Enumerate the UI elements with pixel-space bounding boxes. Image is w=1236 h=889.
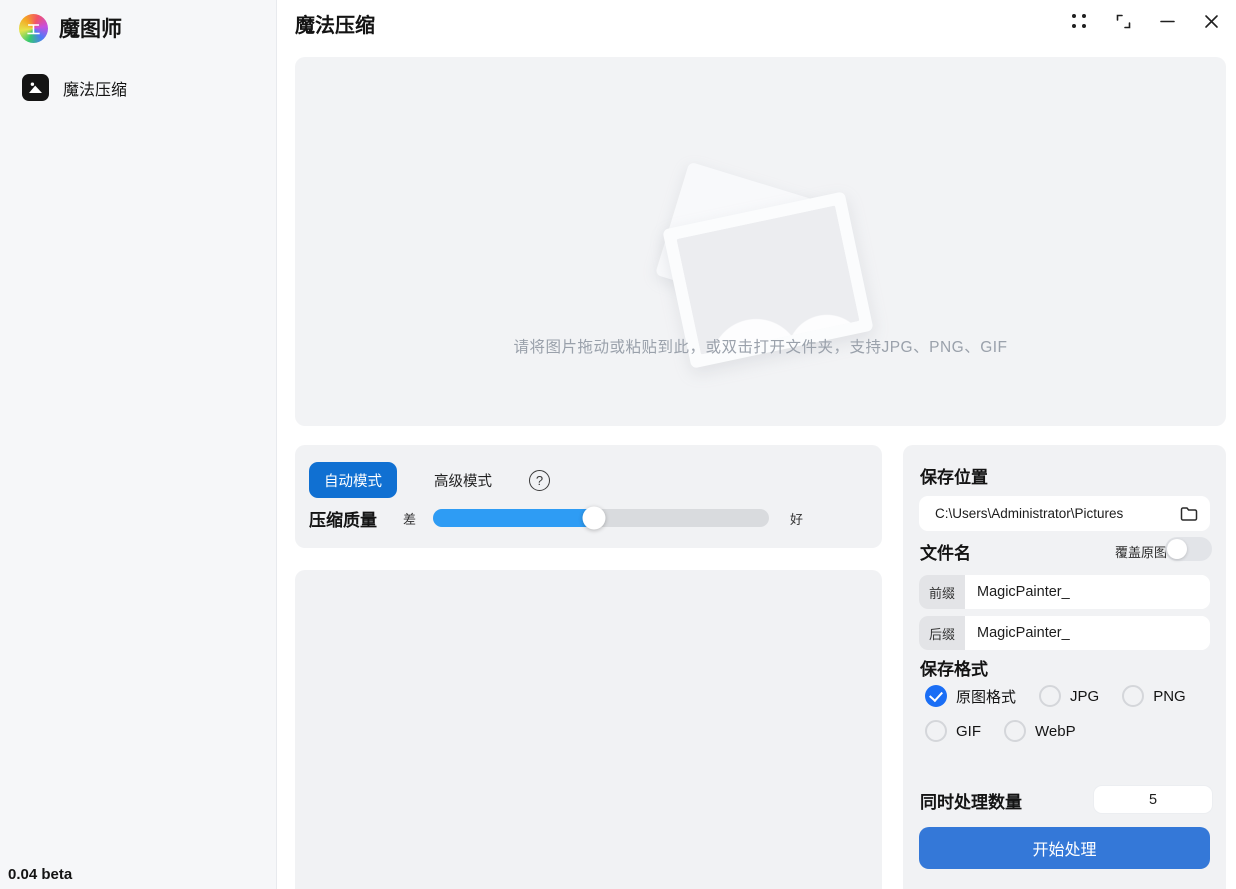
mode-tabs: 自动模式 高级模式 ? (309, 462, 550, 498)
prefix-input[interactable] (965, 575, 1210, 609)
radio-icon (925, 685, 947, 707)
radio-original-format[interactable]: 原图格式 (925, 685, 1016, 707)
start-processing-button[interactable]: 开始处理 (919, 827, 1210, 869)
filename-label: 文件名 (920, 539, 971, 564)
radio-icon (1004, 720, 1026, 742)
prefix-tag: 前缀 (919, 575, 965, 609)
radio-gif[interactable]: GIF (925, 720, 981, 742)
suffix-tag: 后缀 (919, 616, 965, 650)
window-controls (1064, 6, 1226, 36)
app-logo-icon: 工 (19, 14, 48, 43)
image-icon (22, 74, 49, 101)
save-format-label: 保存格式 (920, 655, 988, 680)
tab-auto-mode[interactable]: 自动模式 (309, 462, 397, 498)
radio-png[interactable]: PNG (1122, 685, 1186, 707)
quality-max-label: 好 (790, 509, 803, 528)
page-title: 魔法压缩 (295, 9, 375, 38)
radio-jpg[interactable]: JPG (1039, 685, 1099, 707)
suffix-input[interactable] (965, 616, 1210, 650)
concurrency-input[interactable] (1094, 791, 1212, 809)
fullscreen-icon[interactable] (1108, 6, 1138, 36)
version-text: 0.04 beta (8, 866, 72, 883)
radio-icon (925, 720, 947, 742)
overwrite-original-label: 覆盖原图 (1115, 542, 1167, 561)
radio-icon (1122, 685, 1144, 707)
mode-panel: 自动模式 高级模式 ? 压缩质量 差 好 (295, 445, 882, 548)
help-icon[interactable]: ? (529, 470, 550, 491)
suffix-row: 后缀 (919, 616, 1210, 650)
sidebar-item-magic-compress[interactable]: 魔法压缩 (22, 74, 276, 101)
app-window: 工 魔图师 魔法压缩 0.04 beta 魔法压缩 请将 (0, 0, 1236, 889)
app-logo-row: 工 魔图师 (0, 0, 276, 48)
save-location-label: 保存位置 (920, 463, 988, 488)
radio-icon (1039, 685, 1061, 707)
concurrency-label: 同时处理数量 (920, 788, 1022, 813)
format-options-row-2: GIF WebP (925, 720, 1089, 742)
quality-slider-fill (433, 509, 594, 527)
radio-webp[interactable]: WebP (1004, 720, 1076, 742)
save-settings-panel: 保存位置 文件名 覆盖原图 前缀 后缀 保存格式 原图格式 JP (903, 445, 1226, 889)
save-path-input[interactable] (933, 505, 1180, 522)
drop-hint-text: 请将图片拖动或粘贴到此，或双击打开文件夹，支持JPG、PNG、GIF (295, 335, 1226, 357)
quality-slider-thumb[interactable] (583, 507, 606, 530)
tab-advanced-mode[interactable]: 高级模式 (419, 462, 507, 498)
minimize-icon[interactable] (1152, 6, 1182, 36)
dots-grid-icon[interactable] (1064, 6, 1094, 36)
sidebar-item-label: 魔法压缩 (63, 76, 127, 100)
concurrency-field (1093, 785, 1213, 814)
save-path-field[interactable] (919, 496, 1210, 531)
format-options-row-1: 原图格式 JPG PNG (925, 685, 1199, 707)
overwrite-toggle[interactable] (1165, 537, 1212, 561)
quality-label: 压缩质量 (309, 506, 403, 531)
quality-min-label: 差 (403, 509, 433, 528)
quality-row: 压缩质量 差 好 (309, 504, 803, 532)
quality-slider[interactable] (433, 509, 769, 527)
sidebar: 工 魔图师 魔法压缩 0.04 beta (0, 0, 277, 889)
prefix-row: 前缀 (919, 575, 1210, 609)
folder-icon[interactable] (1180, 506, 1198, 522)
app-name: 魔图师 (59, 13, 122, 43)
file-queue-panel (295, 570, 882, 889)
close-icon[interactable] (1196, 6, 1226, 36)
image-drop-zone[interactable]: 请将图片拖动或粘贴到此，或双击打开文件夹，支持JPG、PNG、GIF (295, 57, 1226, 426)
